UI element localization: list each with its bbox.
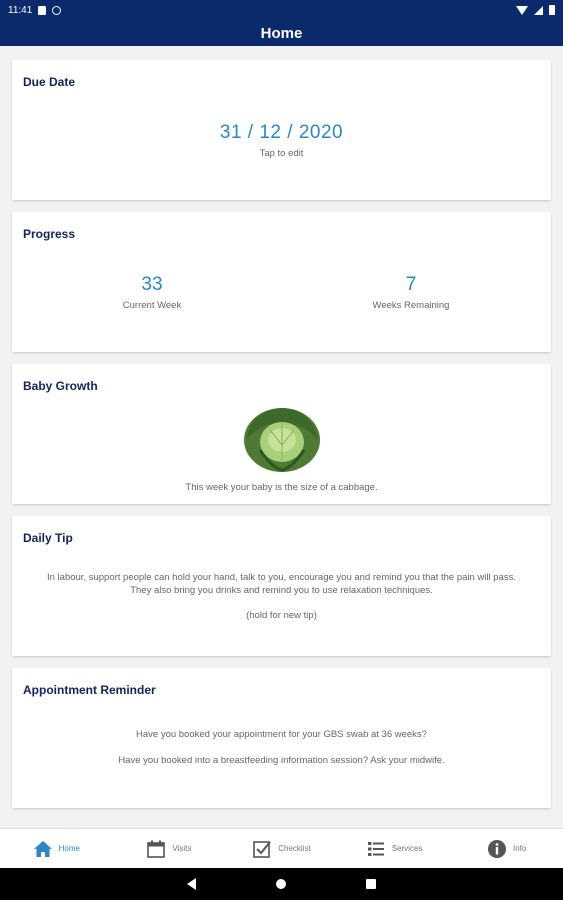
battery-icon (549, 5, 555, 15)
back-icon[interactable] (187, 878, 196, 890)
info-icon (488, 839, 506, 858)
progress-card: Progress 33 Current Week 7 Weeks Remaini… (12, 212, 551, 352)
daily-tip-card[interactable]: Daily Tip In labour, support people can … (12, 516, 551, 656)
appointment-card: Appointment Reminder Have you booked you… (12, 668, 551, 808)
nav-item-visits[interactable]: Visits (113, 829, 226, 868)
due-date-card[interactable]: Due Date 31 / 12 / 2020 Tap to edit (12, 60, 551, 200)
daily-tip-hint: (hold for new tip) (246, 610, 317, 621)
card-title: Appointment Reminder (23, 683, 156, 697)
appointment-line-1: Have you booked your appointment for you… (136, 729, 427, 740)
baby-growth-card: Baby Growth This week your baby is the s… (12, 364, 551, 504)
app-bar: Home (0, 20, 563, 46)
cabbage-image (244, 408, 320, 472)
card-title: Due Date (23, 75, 76, 89)
nav-item-services[interactable]: Services (338, 829, 451, 868)
baby-growth-caption: This week your baby is the size of a cab… (185, 482, 378, 493)
daily-tip-line-1: In labour, support people can hold your … (47, 572, 516, 583)
page-title: Home (260, 24, 303, 42)
nav-label-checklist: Checklist (278, 844, 311, 853)
list-icon (367, 841, 384, 856)
current-week-stat: 33 Current Week (52, 274, 252, 311)
nav-label-services: Services (391, 844, 423, 853)
current-week-value: 33 (141, 274, 163, 295)
appointment-line-2: Have you booked into a breastfeeding inf… (118, 755, 445, 766)
notification-icon (38, 5, 47, 15)
system-nav-bar (0, 868, 563, 900)
nav-item-checklist[interactable]: Checklist (225, 829, 338, 868)
weeks-remaining-stat: 7 Weeks Remaining (311, 274, 511, 311)
card-title: Daily Tip (23, 531, 73, 545)
nav-item-info[interactable]: Info (450, 829, 563, 868)
nav-label-info: Info (513, 844, 527, 853)
signal-icon (534, 5, 543, 15)
nav-item-home[interactable]: Home (0, 829, 113, 868)
status-bar: 11:41 (0, 0, 563, 20)
daily-tip-line-2: They also bring you drinks and remind yo… (130, 585, 433, 596)
status-time: 11:41 (8, 4, 33, 16)
wifi-icon (516, 5, 528, 15)
sync-icon (52, 5, 62, 15)
due-date-value[interactable]: 31 / 12 / 2020 (12, 122, 551, 144)
house-icon (33, 840, 52, 857)
home-circle-icon[interactable] (276, 879, 286, 889)
card-title: Baby Growth (23, 379, 98, 393)
current-week-label: Current Week (122, 300, 182, 311)
card-title: Progress (23, 227, 76, 241)
bottom-nav: Home Visits Checklist Services Info (0, 828, 563, 868)
checkbox-icon (253, 840, 272, 858)
nav-label-visits: Visits (172, 844, 192, 853)
nav-label-home: Home (58, 844, 80, 853)
calendar-icon (147, 840, 166, 858)
weeks-remaining-label: Weeks Remaining (372, 300, 450, 311)
due-date-hint: Tap to edit (259, 148, 304, 159)
recents-icon[interactable] (366, 879, 376, 889)
weeks-remaining-value: 7 (405, 274, 417, 295)
